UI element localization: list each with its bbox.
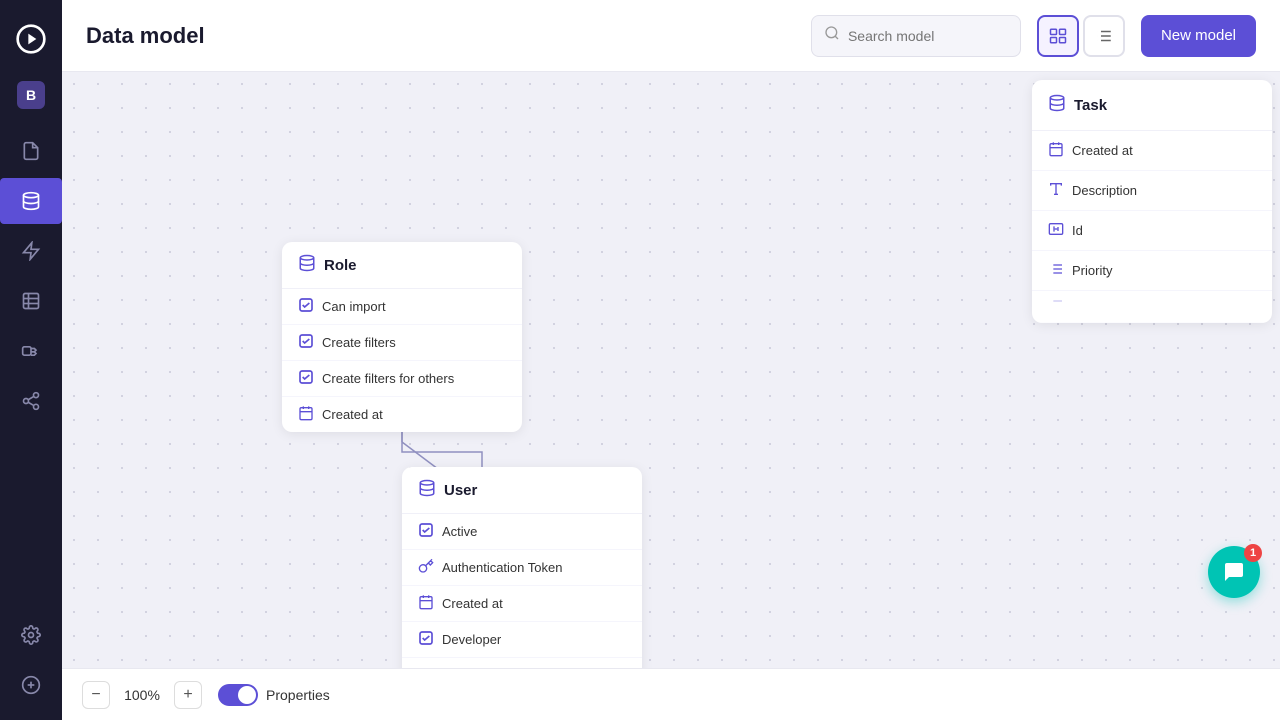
header: Data model: [62, 0, 1280, 72]
user-field-active-label: Active: [442, 524, 477, 539]
role-field-created-at-label: Created at: [322, 407, 383, 422]
sidebar-item-settings[interactable]: [0, 612, 62, 658]
zoom-level: 100%: [122, 687, 162, 703]
role-field-create-filters-label: Create filters: [322, 335, 396, 350]
search-input[interactable]: [848, 28, 1008, 44]
canvas[interactable]: Role Can import Create f: [62, 72, 1280, 668]
task-field-priority-label: Priority: [1072, 263, 1112, 278]
text-icon: [1048, 181, 1064, 200]
search-icon: [824, 25, 840, 46]
new-model-button[interactable]: New model: [1141, 15, 1256, 57]
role-card[interactable]: Role Can import Create f: [282, 242, 522, 432]
id-icon: [1048, 221, 1064, 240]
task-field-description-label: Description: [1072, 183, 1137, 198]
role-card-header: Role: [282, 242, 522, 289]
sidebar-bottom: [0, 612, 62, 720]
role-field-create-filters[interactable]: Create filters: [282, 325, 522, 361]
list-view-button[interactable]: [1083, 15, 1125, 57]
task-field-created-at-label: Created at: [1072, 143, 1133, 158]
role-field-create-filters-others-label: Create filters for others: [322, 371, 454, 386]
play-button[interactable]: [0, 8, 62, 70]
role-field-create-filters-others[interactable]: Create filters for others: [282, 361, 522, 397]
properties-label: Properties: [266, 687, 330, 703]
toggle-knob: [238, 686, 256, 704]
diagram-view-button[interactable]: [1037, 15, 1079, 57]
view-toggle: [1037, 15, 1125, 57]
user-field-created-at-label: Created at: [442, 596, 503, 611]
checkbox-icon: [418, 522, 434, 541]
page-title: Data model: [86, 23, 795, 49]
sidebar-navigation: [0, 120, 62, 432]
sidebar: B: [0, 0, 62, 720]
chat-button[interactable]: 1: [1208, 546, 1260, 598]
sidebar-item-lightning[interactable]: [0, 228, 62, 274]
email-icon: [418, 666, 434, 668]
calendar-icon: [418, 594, 434, 613]
task-field-priority[interactable]: Priority: [1032, 251, 1272, 291]
user-card-header: User: [402, 467, 642, 514]
zoom-out-button[interactable]: −: [82, 681, 110, 709]
task-field-id-label: Id: [1072, 223, 1083, 238]
task-field-description[interactable]: Description: [1032, 171, 1272, 211]
task-field-id[interactable]: Id: [1032, 211, 1272, 251]
properties-toggle[interactable]: [218, 684, 258, 706]
checkbox-icon: [418, 630, 434, 649]
role-field-can-import[interactable]: Can import: [282, 289, 522, 325]
calendar-icon: [1048, 141, 1064, 160]
user-field-active[interactable]: Active: [402, 514, 642, 550]
sidebar-item-database[interactable]: [0, 178, 62, 224]
checkbox-icon: [298, 333, 314, 352]
task-field-created-at[interactable]: Created at: [1032, 131, 1272, 171]
more-icon: [1048, 297, 1064, 316]
user-field-developer-label: Developer: [442, 632, 501, 647]
task-database-icon: [1048, 94, 1066, 116]
sidebar-item-file[interactable]: [0, 128, 62, 174]
main-content: Data model: [62, 0, 1280, 720]
list-icon: [1048, 261, 1064, 280]
key-icon: [418, 558, 434, 577]
search-container[interactable]: [811, 15, 1021, 57]
user-field-auth-token-label: Authentication Token: [442, 560, 562, 575]
user-database-icon: [418, 479, 436, 501]
user-title: User: [444, 482, 477, 499]
role-field-can-import-label: Can import: [322, 299, 386, 314]
role-title: Role: [324, 257, 357, 274]
sidebar-item-plugin[interactable]: [0, 328, 62, 374]
task-title: Task: [1074, 97, 1107, 114]
chat-badge: 1: [1244, 544, 1262, 562]
footer: − 100% + Properties: [62, 668, 1280, 720]
zoom-in-button[interactable]: +: [174, 681, 202, 709]
properties-toggle-container: Properties: [218, 684, 330, 706]
role-field-created-at[interactable]: Created at: [282, 397, 522, 432]
workspace-badge[interactable]: B: [0, 70, 62, 120]
sidebar-item-grid[interactable]: [0, 662, 62, 708]
user-field-email[interactable]: Email...: [402, 658, 642, 668]
sidebar-item-share[interactable]: [0, 378, 62, 424]
user-field-created-at[interactable]: Created at: [402, 586, 642, 622]
sidebar-item-table[interactable]: [0, 278, 62, 324]
user-field-auth-token[interactable]: Authentication Token: [402, 550, 642, 586]
user-card[interactable]: User Active Authentication Token: [402, 467, 642, 668]
task-field-more: [1032, 291, 1272, 323]
task-panel-header: Task: [1032, 80, 1272, 131]
badge-label: B: [17, 81, 45, 109]
task-panel[interactable]: Task Created at: [1032, 80, 1272, 323]
role-database-icon: [298, 254, 316, 276]
checkbox-icon: [298, 369, 314, 388]
user-field-developer[interactable]: Developer: [402, 622, 642, 658]
calendar-icon: [298, 405, 314, 424]
checkbox-icon: [298, 297, 314, 316]
